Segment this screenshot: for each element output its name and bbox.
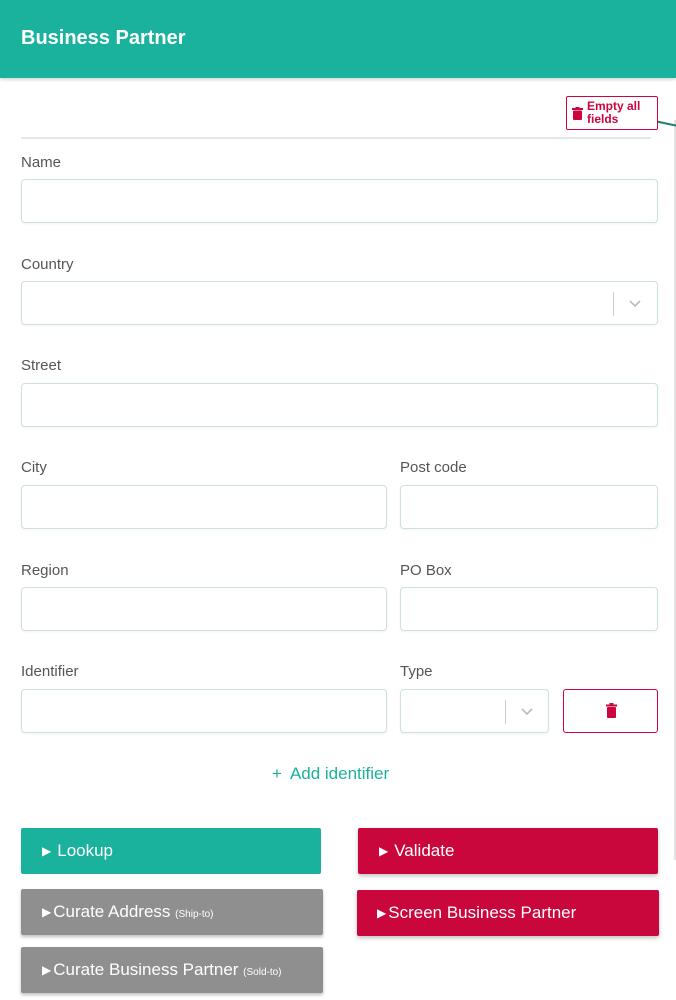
region-label: Region <box>21 562 69 579</box>
post-code-label: Post code <box>400 459 467 476</box>
plus-icon: + <box>272 764 282 783</box>
type-label: Type <box>400 663 433 680</box>
city-field[interactable] <box>21 485 387 529</box>
identifier-label: Identifier <box>21 663 79 680</box>
region-field[interactable] <box>21 587 387 631</box>
select-separator <box>613 292 614 316</box>
add-identifier-label: Add identifier <box>289 764 390 783</box>
section-divider <box>21 137 651 139</box>
page-title: Business Partner <box>21 27 186 49</box>
ship-to-note: (Ship-to) <box>175 909 214 920</box>
lookup-button[interactable]: ▶ Lookup <box>21 828 321 874</box>
curate-address-button[interactable]: ▶ Curate Address (Ship-to) <box>21 889 323 935</box>
country-label: Country <box>21 256 74 273</box>
street-field[interactable] <box>21 383 658 427</box>
select-separator <box>505 700 506 724</box>
play-icon: ▶ <box>379 844 389 858</box>
sold-to-note: (Sold-to) <box>243 967 282 978</box>
street-label: Street <box>21 357 62 374</box>
po-box-field[interactable] <box>400 587 658 631</box>
validate-button[interactable]: ▶ Validate <box>358 828 658 874</box>
empty-all-fields-label: Empty all fields <box>587 99 641 126</box>
curate-business-partner-button[interactable]: ▶ Curate Business Partner (Sold-to) <box>21 947 323 993</box>
trash-icon <box>606 703 617 718</box>
screen-business-partner-label: Screen Business Partner <box>388 903 577 922</box>
curate-business-partner-label: Curate Business Partner <box>53 960 239 979</box>
play-icon: ▶ <box>42 844 52 858</box>
lookup-label: Lookup <box>57 841 114 860</box>
trash-icon <box>572 107 583 120</box>
country-select[interactable] <box>21 281 658 325</box>
empty-all-fields-button[interactable]: Empty all fields <box>566 96 658 130</box>
post-code-field[interactable] <box>400 485 658 529</box>
header-bar: Business Partner <box>0 0 676 78</box>
name-field[interactable] <box>21 179 658 223</box>
city-label: City <box>21 459 47 476</box>
identifier-field[interactable] <box>21 689 387 733</box>
play-icon: ▶ <box>377 906 387 920</box>
curate-address-label: Curate Address <box>53 902 171 921</box>
delete-identifier-button[interactable] <box>563 689 658 733</box>
po-box-label: PO Box <box>400 562 452 579</box>
type-select[interactable] <box>400 689 549 733</box>
add-identifier-link[interactable]: + Add identifier <box>272 764 389 784</box>
validate-label: Validate <box>394 841 455 860</box>
play-icon: ▶ <box>42 905 52 919</box>
screen-business-partner-button[interactable]: ▶ Screen Business Partner <box>357 890 659 936</box>
name-label: Name <box>21 154 62 171</box>
chevron-down-icon <box>521 708 533 716</box>
chevron-down-icon <box>629 300 641 308</box>
play-icon: ▶ <box>42 963 52 977</box>
